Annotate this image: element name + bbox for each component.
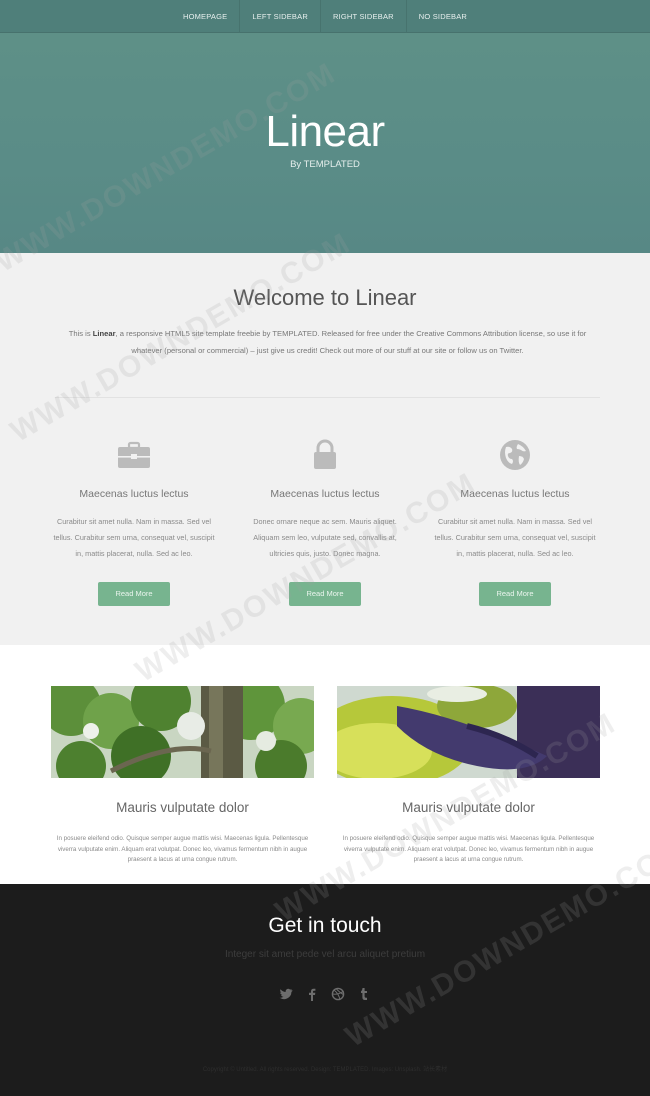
feature-2: Maecenas luctus lectus Donec ornare nequ… — [240, 438, 410, 562]
nav-item-no-sidebar[interactable]: NO SIDEBAR — [407, 0, 479, 33]
gallery-text: In posuere eleifend odio. Quisque semper… — [342, 835, 595, 863]
facebook-icon[interactable] — [305, 987, 319, 1001]
hero-title: Linear — [265, 107, 385, 156]
read-more-button[interactable]: Read More — [289, 582, 361, 606]
feature-text: Curabitur sit amet nulla. Nam in massa. … — [434, 517, 596, 558]
lock-icon — [314, 439, 336, 469]
globe-icon — [500, 440, 530, 470]
section-divider — [55, 397, 600, 398]
read-more-button[interactable]: Read More — [98, 582, 170, 606]
gallery-section: Mauris vulputate dolor In posuere eleife… — [0, 645, 650, 884]
tumblr-icon[interactable] — [357, 987, 371, 1001]
top-nav: HOMEPAGE LEFT SIDEBAR RIGHT SIDEBAR NO S… — [0, 0, 650, 33]
welcome-section: Welcome to Linear This is Linear, a resp… — [0, 253, 650, 645]
footer: Get in touch Integer sit amet pede vel a… — [0, 884, 650, 1096]
nav-item-homepage[interactable]: HOMEPAGE — [171, 0, 239, 33]
leaf-image[interactable] — [337, 686, 600, 778]
feature-text: Donec ornare neque ac sem. Mauris alique… — [253, 517, 397, 558]
briefcase-icon — [118, 441, 150, 468]
feature-title: Maecenas luctus lectus — [460, 488, 570, 500]
feature-1: Maecenas luctus lectus Curabitur sit ame… — [49, 438, 219, 562]
gallery-title: Mauris vulputate dolor — [116, 800, 249, 815]
hero-banner: Linear By TEMPLATED — [0, 33, 650, 253]
feature-3: Maecenas luctus lectus Curabitur sit ame… — [430, 438, 600, 562]
footer-title: Get in touch — [268, 914, 382, 937]
gallery-title: Mauris vulputate dolor — [402, 800, 535, 815]
welcome-text-bold: Linear — [92, 329, 116, 338]
nav-item-right-sidebar[interactable]: RIGHT SIDEBAR — [321, 0, 406, 33]
feature-title: Maecenas luctus lectus — [270, 488, 380, 500]
forest-image[interactable] — [51, 686, 314, 778]
gallery-text: In posuere eleifend odio. Quisque semper… — [56, 835, 309, 863]
social-links — [0, 987, 650, 1001]
copyright-text: Copyright © Untitled. All rights reserve… — [202, 1067, 448, 1073]
feature-text: Curabitur sit amet nulla. Nam in massa. … — [53, 517, 215, 558]
twitter-icon[interactable] — [279, 987, 293, 1001]
copyright: Copyright © Untitled. All rights reserve… — [0, 1064, 650, 1073]
feature-title: Maecenas luctus lectus — [79, 488, 189, 500]
hero-subtitle: By TEMPLATED — [290, 159, 360, 170]
footer-subtitle: Integer sit amet pede vel arcu aliquet p… — [224, 949, 426, 960]
welcome-text-prefix: This is — [68, 329, 93, 338]
welcome-text-body: , a responsive HTML5 site template freeb… — [115, 329, 587, 355]
welcome-text: This is Linear, a responsive HTML5 site … — [55, 325, 600, 359]
welcome-title: Welcome to Linear — [233, 285, 417, 310]
read-more-button[interactable]: Read More — [479, 582, 551, 606]
nav-item-left-sidebar[interactable]: LEFT SIDEBAR — [240, 0, 320, 33]
dribbble-icon[interactable] — [331, 987, 345, 1001]
